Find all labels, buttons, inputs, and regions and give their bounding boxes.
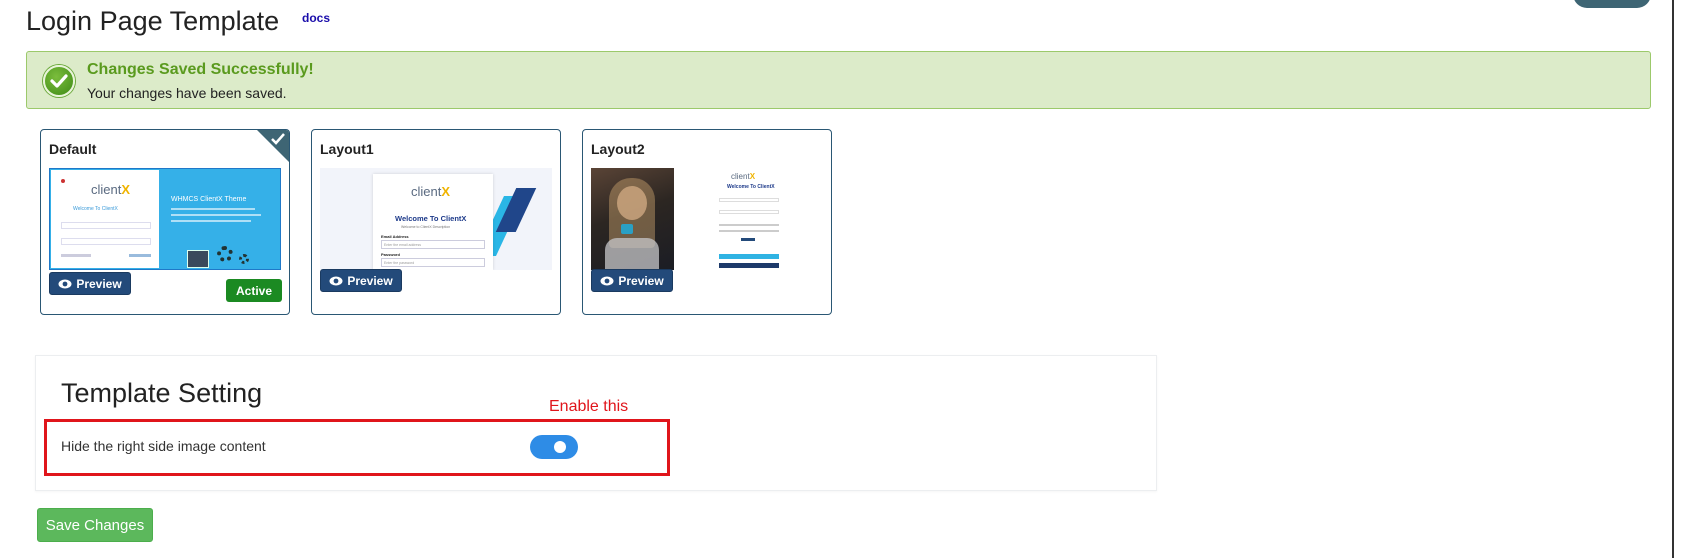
thumb-welcome: Welcome To ClientX — [395, 214, 467, 223]
thumb-banner-title: WHMCS ClientX Theme — [171, 196, 247, 203]
thumb-logo-x: X — [441, 184, 451, 199]
check-circle-icon — [43, 65, 75, 97]
template-card-default[interactable]: Default clientX Welcome To ClientX WHMCS… — [40, 129, 290, 315]
template-card-layout2[interactable]: Layout2 clientX Welcome To ClientX Previ… — [582, 129, 832, 315]
annotation-note: Enable this — [549, 398, 629, 415]
template-name: Default — [49, 141, 97, 157]
thumb-photo — [591, 168, 674, 270]
preview-label: Preview — [76, 276, 122, 291]
thumb-password-field: Enter the password — [381, 258, 485, 267]
docs-link[interactable]: docs — [302, 11, 330, 25]
alert-message: Your changes have been saved. — [87, 85, 287, 101]
settings-title: Template Setting — [61, 378, 263, 408]
thumb-logo: client — [91, 182, 122, 197]
top-action-button[interactable] — [1573, 0, 1651, 8]
preview-label: Preview — [618, 273, 664, 288]
thumb-welcome: Welcome To ClientX — [73, 206, 118, 212]
preview-label: Preview — [347, 273, 393, 288]
template-name: Layout1 — [320, 141, 374, 157]
template-thumbnail: clientX Welcome To ClientX Welcome to Cl… — [320, 168, 552, 270]
alert-title: Changes Saved Successfully! — [87, 61, 314, 78]
scrollbar[interactable] — [1672, 0, 1680, 558]
thumb-subtitle: Welcome to ClientX Description — [401, 225, 451, 229]
annotation-highlight-box — [44, 419, 670, 476]
save-changes-button[interactable]: Save Changes — [37, 508, 153, 542]
page-title: Login Page Template — [26, 6, 280, 36]
template-card-layout1[interactable]: Layout1 clientX Welcome To ClientX Welco… — [311, 129, 561, 315]
template-name: Layout2 — [591, 141, 645, 157]
active-badge: Active — [226, 279, 282, 302]
success-alert: Changes Saved Successfully! Your changes… — [26, 51, 1651, 109]
eye-icon — [600, 276, 614, 285]
template-thumbnail: clientX Welcome To ClientX WHMCS ClientX… — [49, 168, 281, 270]
thumb-welcome: Welcome To ClientX — [727, 184, 775, 190]
preview-button-default[interactable]: Preview — [49, 272, 131, 295]
check-icon — [271, 133, 285, 145]
preview-button-layout2[interactable]: Preview — [591, 269, 673, 292]
thumb-logo: client — [411, 184, 442, 199]
thumb-password-label: Password — [381, 252, 400, 257]
eye-icon — [329, 276, 343, 285]
preview-button-layout1[interactable]: Preview — [320, 269, 402, 292]
thumb-logo-x: X — [121, 182, 131, 197]
template-thumbnail: clientX Welcome To ClientX — [591, 168, 823, 270]
thumb-logo-x: X — [749, 172, 756, 181]
eye-icon — [58, 279, 72, 288]
thumb-email-label: Email Address — [381, 234, 409, 239]
thumb-email-field: Enter the email address — [381, 240, 485, 249]
thumb-logo: client — [731, 172, 750, 181]
